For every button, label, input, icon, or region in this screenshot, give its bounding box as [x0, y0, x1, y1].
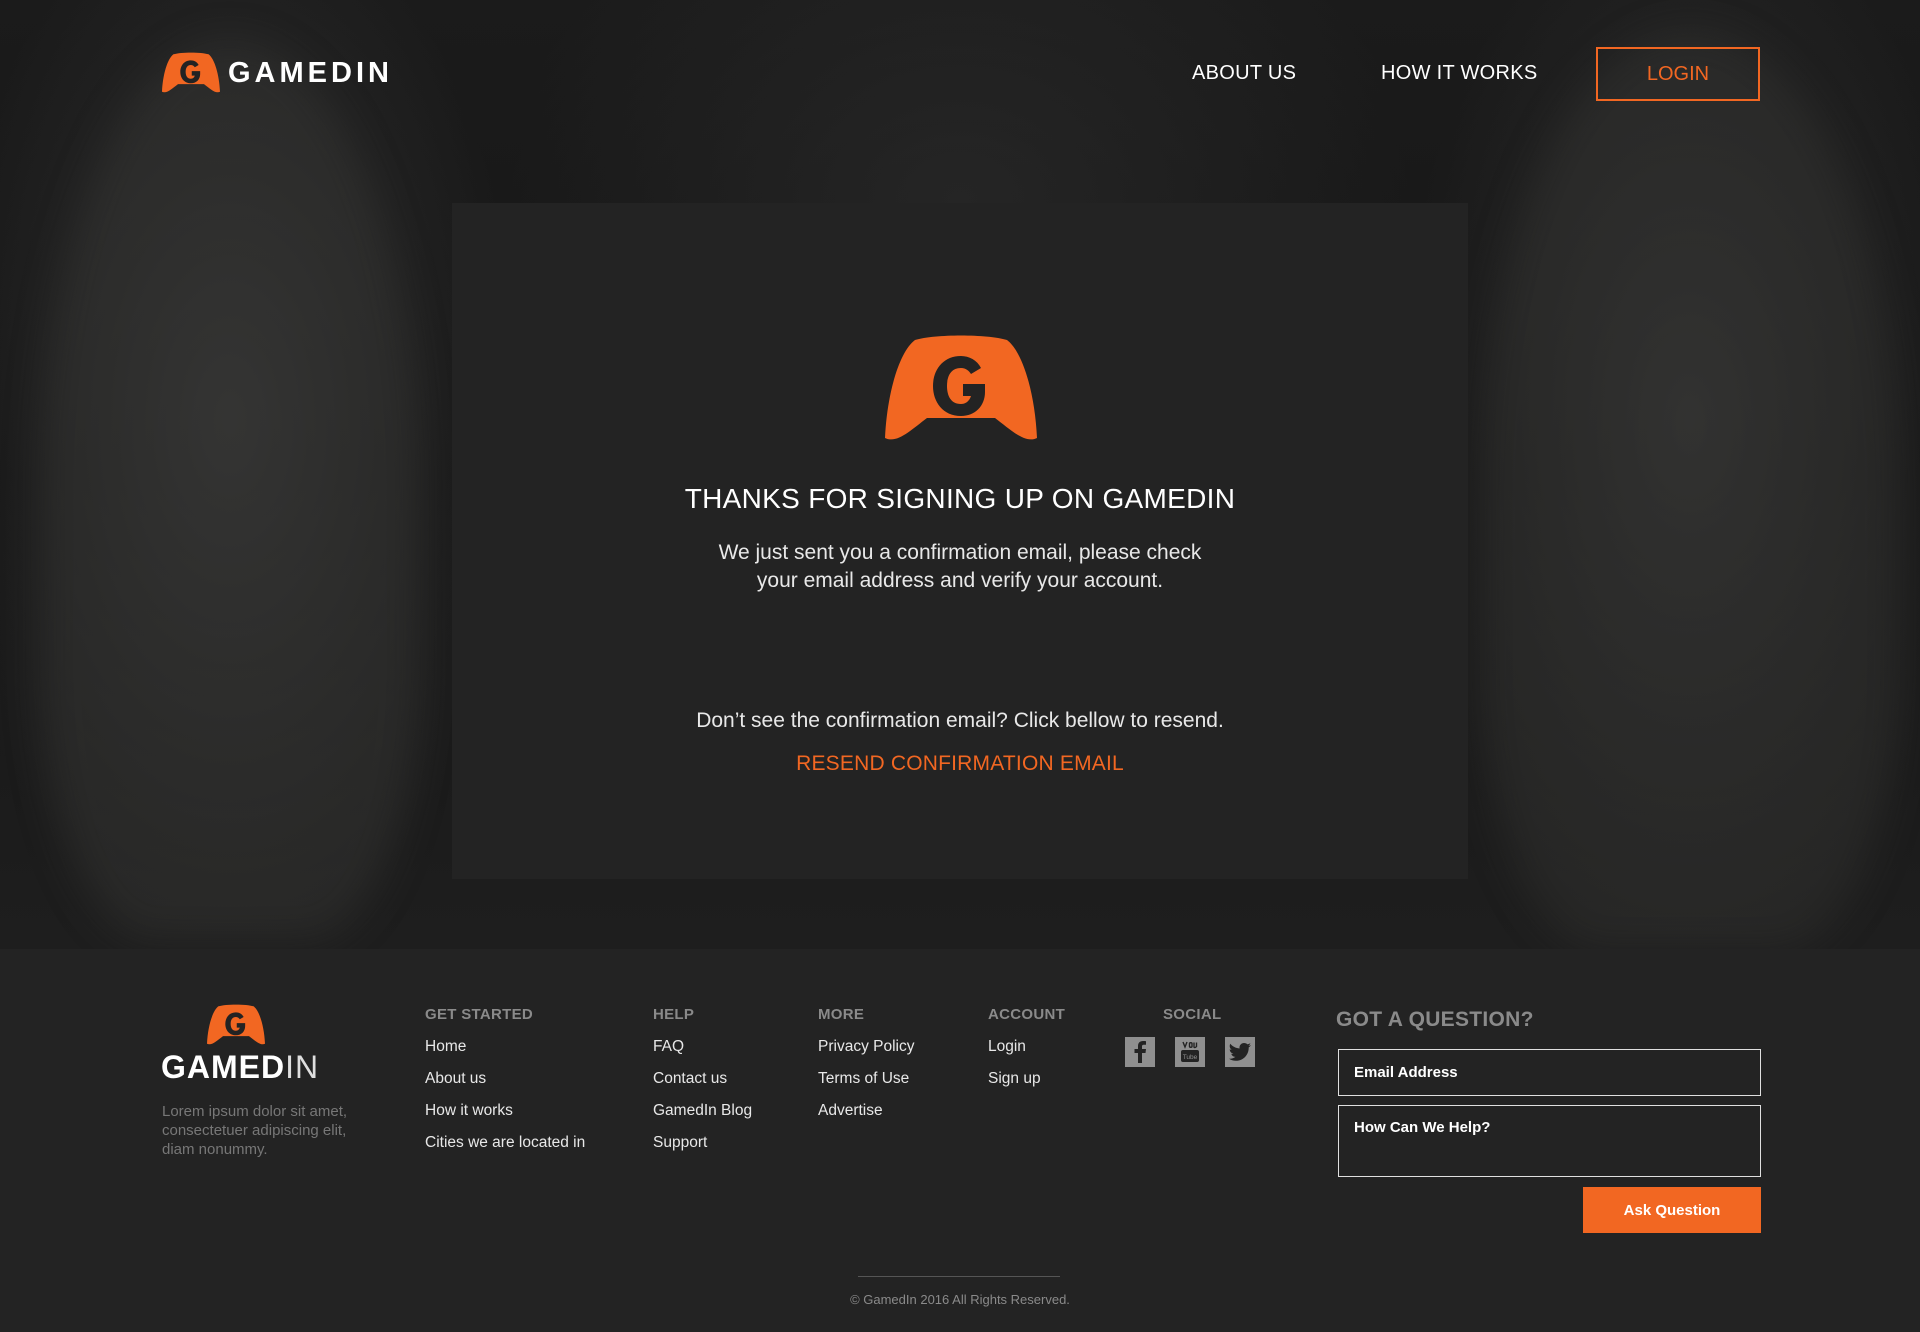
hero-warrior-image — [1480, 30, 1900, 949]
footer-column-account: ACCOUNT Login Sign up — [988, 1006, 1065, 1101]
nav-about-us[interactable]: ABOUT US — [1192, 62, 1296, 85]
question-title: GOT A QUESTION? — [1336, 1008, 1534, 1031]
column-title: SOCIAL — [1163, 1006, 1222, 1023]
column-title: MORE — [818, 1006, 865, 1023]
resend-confirmation-link[interactable]: RESEND CONFIRMATION EMAIL — [452, 752, 1468, 776]
footer-link-support[interactable]: Support — [653, 1133, 752, 1165]
gamedin-logo-icon — [207, 1004, 265, 1045]
footer-link-login[interactable]: Login — [988, 1037, 1065, 1069]
hero-section: GAMEDIN ABOUT US HOW IT WORKS LOGIN THAN… — [0, 0, 1920, 949]
help-textarea[interactable]: How Can We Help? — [1338, 1105, 1761, 1177]
svg-text:Tube: Tube — [1183, 1054, 1198, 1061]
confirmation-card: THANKS FOR SIGNING UP ON GAMEDIN We just… — [452, 203, 1468, 879]
footer-column-more: MORE Privacy Policy Terms of Use Adverti… — [818, 1006, 914, 1133]
footer-link-contact-us[interactable]: Contact us — [653, 1069, 752, 1101]
header-logo[interactable]: GAMEDIN — [162, 52, 393, 94]
resend-prompt: Don’t see the confirmation email? Click … — [696, 709, 1224, 732]
column-title: GET STARTED — [425, 1006, 534, 1023]
brand-name: GAMEDIN — [228, 56, 393, 89]
footer-column-get-started: GET STARTED Home About us How it works C… — [425, 1006, 585, 1165]
email-field[interactable]: Email Address — [1338, 1049, 1761, 1096]
footer-link-advertise[interactable]: Advertise — [818, 1101, 914, 1133]
footer-link-faq[interactable]: FAQ — [653, 1037, 752, 1069]
nav-how-it-works[interactable]: HOW IT WORKS — [1381, 62, 1538, 85]
column-title: ACCOUNT — [988, 1006, 1066, 1023]
copyright: © GamedIn 2016 All Rights Reserved. — [850, 1292, 1070, 1307]
footer-link-about-us[interactable]: About us — [425, 1069, 585, 1101]
footer-logo-thin: IN — [285, 1049, 320, 1085]
twitter-icon[interactable] — [1225, 1037, 1255, 1067]
footer-link-terms[interactable]: Terms of Use — [818, 1069, 914, 1101]
youtube-icon[interactable]: Tube — [1175, 1037, 1205, 1067]
footer-column-social: SOCIAL Tube — [1125, 1006, 1255, 1067]
footer-description: Lorem ipsum dolor sit amet, consectetuer… — [162, 1103, 348, 1158]
footer-column-help: HELP FAQ Contact us GamedIn Blog Support — [653, 1006, 752, 1165]
footer-link-sign-up[interactable]: Sign up — [988, 1069, 1065, 1101]
footer-link-home[interactable]: Home — [425, 1037, 585, 1069]
column-title: HELP — [653, 1006, 695, 1023]
footer-link-how-it-works[interactable]: How it works — [425, 1101, 585, 1133]
footer: GAMEDIN Lorem ipsum dolor sit amet, cons… — [0, 949, 1920, 1332]
card-title: THANKS FOR SIGNING UP ON GAMEDIN — [684, 483, 1236, 514]
social-icons: Tube — [1125, 1037, 1255, 1067]
facebook-icon[interactable] — [1125, 1037, 1155, 1067]
footer-logo-text: GAMEDIN — [161, 1049, 319, 1086]
gamedin-logo-icon — [162, 52, 220, 93]
hero-soldier-image — [40, 40, 420, 940]
card-message: We just sent you a confirmation email, p… — [718, 541, 1202, 592]
ask-question-button[interactable]: Ask Question — [1583, 1187, 1761, 1233]
footer-link-blog[interactable]: GamedIn Blog — [653, 1101, 752, 1133]
gamedin-logo-icon — [885, 335, 1037, 440]
footer-divider — [858, 1276, 1060, 1277]
footer-link-privacy-policy[interactable]: Privacy Policy — [818, 1037, 914, 1069]
footer-link-cities[interactable]: Cities we are located in — [425, 1133, 585, 1165]
footer-logo-bold: GAMED — [161, 1049, 286, 1085]
login-button[interactable]: LOGIN — [1596, 47, 1760, 101]
